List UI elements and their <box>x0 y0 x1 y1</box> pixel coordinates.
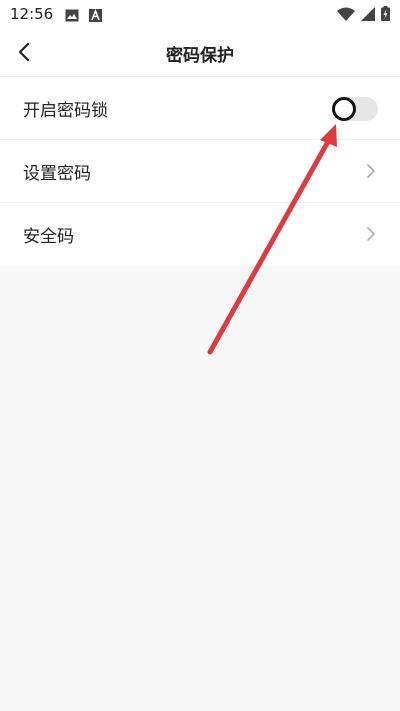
chevron-right-icon <box>365 224 377 244</box>
toggle-knob <box>332 97 356 121</box>
set-password-label: 设置密码 <box>23 163 91 184</box>
password-lock-toggle[interactable] <box>332 97 378 121</box>
wifi-icon <box>337 7 355 25</box>
image-icon <box>65 8 79 21</box>
page-title: 密码保护 <box>166 46 234 66</box>
signal-icon <box>361 6 375 25</box>
status-time: 12:56 <box>10 5 54 23</box>
enable-password-lock-row[interactable]: 开启密码锁 <box>0 77 400 140</box>
settings-list: 开启密码锁 设置密码 安全码 <box>0 77 400 266</box>
enable-password-lock-label: 开启密码锁 <box>23 100 108 121</box>
security-code-row[interactable]: 安全码 <box>0 203 400 266</box>
app-header: 密码保护 <box>0 28 400 77</box>
chevron-right-icon <box>365 161 377 181</box>
battery-charging-icon <box>381 6 390 25</box>
a-badge-icon <box>89 8 103 22</box>
status-bar: 12:56 <box>0 0 400 28</box>
set-password-row[interactable]: 设置密码 <box>0 140 400 203</box>
security-code-label: 安全码 <box>23 227 74 247</box>
